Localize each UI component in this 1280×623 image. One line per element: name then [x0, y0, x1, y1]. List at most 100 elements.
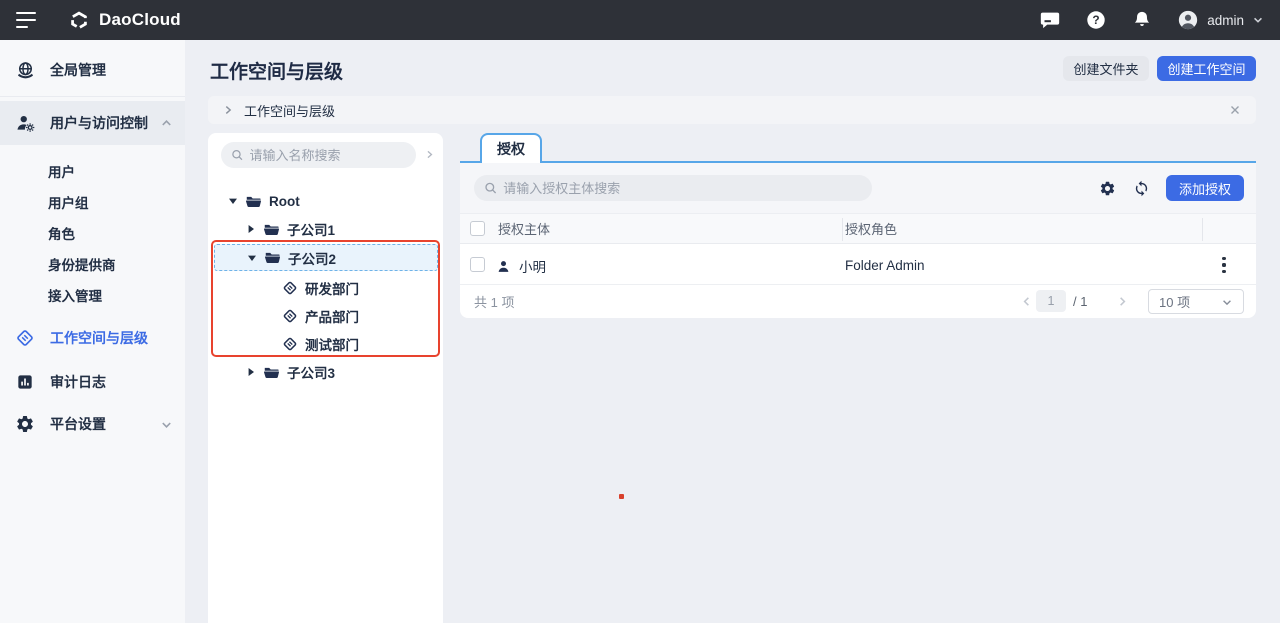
- chevron-up-icon: [160, 117, 173, 130]
- table-row[interactable]: 小明 Folder Admin: [460, 244, 1256, 285]
- pagination-prev-icon[interactable]: [1020, 295, 1033, 308]
- authorization-search[interactable]: [474, 175, 872, 201]
- sidebar-submenu: 用户 用户组 角色 身份提供商 接入管理: [0, 155, 185, 310]
- chevron-down-icon: [160, 418, 173, 431]
- sidebar-item-platform-settings[interactable]: 平台设置: [0, 408, 185, 440]
- column-divider: [842, 218, 843, 241]
- subject-name: 小明: [519, 256, 546, 276]
- tab-underline: [460, 161, 1256, 163]
- tree-node-dept-test[interactable]: 测试部门: [208, 330, 443, 358]
- username-label: admin: [1207, 13, 1244, 28]
- page-number-input[interactable]: [1036, 290, 1066, 312]
- chat-icon[interactable]: [1039, 9, 1061, 31]
- tab-authorization[interactable]: 授权: [480, 133, 542, 163]
- sidebar-item-label: 审计日志: [50, 372, 106, 392]
- sidebar-subitem-label: 用户: [48, 161, 75, 181]
- tree-search-input[interactable]: [250, 148, 406, 163]
- workspace-diamond-icon: [282, 280, 298, 296]
- row-checkbox[interactable]: [470, 257, 485, 272]
- user-menu[interactable]: admin: [1177, 9, 1264, 31]
- breadcrumb: 工作空间与层级: [208, 96, 1256, 124]
- caret-right-icon[interactable]: [246, 367, 256, 377]
- tree-node-subcompany1[interactable]: 子公司1: [208, 215, 443, 243]
- user-gear-icon: [14, 112, 36, 134]
- sidebar-item-audit-log[interactable]: 审计日志: [0, 366, 185, 398]
- gear-icon: [14, 413, 36, 435]
- audit-log-icon: [14, 371, 36, 393]
- create-folder-button[interactable]: 创建文件夹: [1063, 56, 1149, 81]
- page-size-select[interactable]: 10 项: [1148, 289, 1244, 314]
- tree-node-dept-product[interactable]: 产品部门: [208, 302, 443, 330]
- sidebar-item-user-access-control[interactable]: 用户与访问控制: [0, 101, 185, 145]
- tree-node-label: Root: [269, 194, 300, 209]
- tree-node-label: 子公司3: [287, 362, 335, 382]
- sidebar: 全局管理 用户与访问控制 用户 用户组 角色 身份提供商 接入管理 工作空间与层…: [0, 40, 185, 623]
- brand-name: DaoCloud: [99, 10, 181, 30]
- sidebar-item-label: 用户与访问控制: [50, 113, 148, 133]
- daocloud-logo-icon: [68, 9, 90, 31]
- help-icon[interactable]: ?: [1085, 9, 1107, 31]
- sidebar-item-access-management[interactable]: 接入管理: [0, 279, 185, 310]
- globe-icon: [14, 59, 36, 81]
- svg-text:?: ?: [1093, 13, 1100, 27]
- workspace-diamond-icon: [14, 327, 36, 349]
- tab-label: 授权: [497, 139, 525, 159]
- refresh-icon[interactable]: [1132, 179, 1150, 197]
- sidebar-item-users[interactable]: 用户: [0, 155, 185, 186]
- authorization-search-input[interactable]: [503, 181, 862, 196]
- toolbar-actions: 添加授权: [1098, 175, 1244, 201]
- annotation-dot: [619, 494, 624, 499]
- table-header: 授权主体 授权角色: [460, 213, 1256, 244]
- menu-toggle-icon[interactable]: [16, 12, 38, 28]
- tree-node-label: 子公司2: [288, 248, 336, 268]
- tree-node-subcompany2-selected[interactable]: 子公司2: [214, 244, 438, 271]
- sidebar-item-workspace-hierarchy[interactable]: 工作空间与层级: [0, 322, 185, 354]
- column-header-role: 授权角色: [845, 219, 897, 238]
- breadcrumb-chevron-icon: [222, 104, 234, 116]
- user-menu-chevron-icon: [1252, 14, 1264, 26]
- user-icon: [496, 259, 511, 274]
- select-all-checkbox[interactable]: [470, 221, 485, 236]
- tree-node-dept-rd[interactable]: 研发部门: [208, 274, 443, 302]
- tree-node-label: 产品部门: [305, 306, 359, 326]
- search-icon: [484, 181, 497, 195]
- folder-icon: [264, 249, 281, 266]
- create-workspace-button[interactable]: 创建工作空间: [1157, 56, 1256, 81]
- tree-node-label: 测试部门: [305, 334, 359, 354]
- sidebar-item-user-groups[interactable]: 用户组: [0, 186, 185, 217]
- sidebar-subitem-label: 身份提供商: [48, 254, 116, 274]
- add-authorization-button[interactable]: 添加授权: [1166, 175, 1244, 201]
- table-footer: 共 1 项 / 1 10 项: [460, 285, 1256, 318]
- notifications-bell-icon[interactable]: [1131, 9, 1153, 31]
- caret-right-icon[interactable]: [246, 224, 256, 234]
- row-actions-menu-icon[interactable]: [1216, 256, 1232, 274]
- chevron-down-icon: [1221, 296, 1233, 308]
- page-total-label: / 1: [1073, 294, 1087, 309]
- sidebar-item-label: 工作空间与层级: [50, 328, 148, 348]
- panel-collapse-chevron-icon[interactable]: [424, 149, 435, 160]
- workspace-diamond-icon: [282, 308, 298, 324]
- tree-node-root[interactable]: Root: [208, 187, 443, 215]
- app-screen: DaoCloud ? admin: [0, 0, 1280, 623]
- brand[interactable]: DaoCloud: [68, 9, 181, 31]
- sidebar-item-label: 全局管理: [50, 60, 106, 80]
- tree-node-subcompany3[interactable]: 子公司3: [208, 358, 443, 386]
- caret-down-icon[interactable]: [247, 253, 257, 263]
- settings-gear-icon[interactable]: [1098, 179, 1116, 197]
- column-divider: [1202, 218, 1203, 241]
- sidebar-item-roles[interactable]: 角色: [0, 217, 185, 248]
- folder-icon: [263, 364, 280, 381]
- close-icon[interactable]: [1228, 103, 1242, 117]
- tree-search[interactable]: [221, 142, 416, 168]
- sidebar-item-identity-providers[interactable]: 身份提供商: [0, 248, 185, 279]
- page-title: 工作空间与层级: [210, 57, 343, 84]
- total-count-label: 共 1 项: [474, 292, 514, 311]
- sidebar-item-global-management[interactable]: 全局管理: [0, 48, 185, 92]
- pagination-next-icon[interactable]: [1116, 295, 1129, 308]
- topbar-actions: ? admin: [1039, 9, 1264, 31]
- caret-down-icon[interactable]: [228, 196, 238, 206]
- folder-icon: [263, 221, 280, 238]
- breadcrumb-label[interactable]: 工作空间与层级: [244, 101, 335, 120]
- row-subject: 小明: [496, 256, 546, 276]
- sidebar-subitem-label: 用户组: [48, 192, 89, 212]
